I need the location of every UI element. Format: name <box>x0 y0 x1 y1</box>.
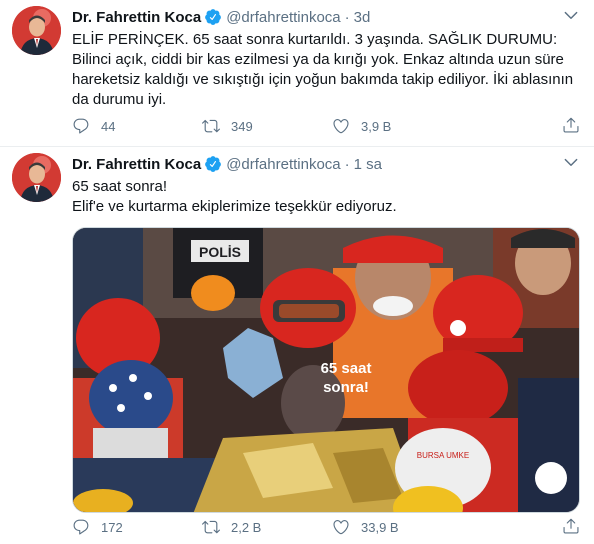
reply-count: 172 <box>101 519 123 535</box>
separator-dot: · <box>344 8 350 26</box>
chevron-down-icon[interactable] <box>562 6 580 24</box>
reply-icon <box>73 118 89 134</box>
like-button[interactable]: 33,9 B <box>332 518 462 536</box>
reply-button[interactable]: 172 <box>72 518 202 536</box>
retweet-button[interactable]: 2,2 B <box>202 518 332 536</box>
like-button[interactable]: 3,9 B <box>332 117 462 135</box>
retweet-count: 349 <box>231 118 253 134</box>
author-name[interactable]: Dr. Fahrettin Koca <box>72 156 201 173</box>
rescue-photo: POLİS 65 saat sonra! BURSA UMKE <box>73 228 579 512</box>
photo-overlay-line-2: sonra! <box>323 379 369 396</box>
retweet-icon <box>202 119 220 133</box>
reply-button[interactable]: 44 <box>72 117 202 135</box>
separator-dot: · <box>344 155 350 173</box>
avatar[interactable] <box>12 153 61 202</box>
like-count: 33,9 B <box>361 519 399 535</box>
like-icon <box>333 119 349 134</box>
retweet-icon <box>202 520 220 534</box>
tweet-timestamp[interactable]: 3d <box>354 9 371 26</box>
tweet-photo[interactable]: POLİS 65 saat sonra! BURSA UMKE <box>72 227 580 513</box>
tweet-text: 65 saat sonra! Elif'e ve kurtarma ekiple… <box>72 178 397 215</box>
like-count: 3,9 B <box>361 118 392 134</box>
reply-count: 44 <box>101 118 116 134</box>
tweet-text: ELİF PERİNÇEK. 65 saat sonra kurtarıldı.… <box>72 31 578 108</box>
tweet-header: Dr. Fahrettin Koca @drfahrettinkoca · 1 … <box>72 153 580 175</box>
vest-label: POLİS <box>199 244 241 260</box>
share-icon[interactable] <box>562 517 580 535</box>
tweet-timestamp[interactable]: 1 sa <box>354 156 382 173</box>
author-handle[interactable]: @drfahrettinkoca <box>226 9 340 26</box>
photo-overlay-line-1: 65 saat <box>321 360 372 377</box>
helmet-label: BURSA UMKE <box>417 451 469 460</box>
retweet-button[interactable]: 349 <box>202 117 332 135</box>
verified-badge-icon <box>205 9 222 25</box>
share-icon[interactable] <box>562 116 580 134</box>
tweet-2[interactable]: Dr. Fahrettin Koca @drfahrettinkoca · 1 … <box>0 147 594 544</box>
tweet-1[interactable]: Dr. Fahrettin Koca @drfahrettinkoca · 3d… <box>0 0 594 147</box>
chevron-down-icon[interactable] <box>562 153 580 171</box>
reply-icon <box>73 519 89 535</box>
tweet-actions: 172 2,2 B 33,9 B <box>72 517 510 537</box>
like-icon <box>333 520 349 535</box>
avatar[interactable] <box>12 6 61 55</box>
tweet-actions: 44 349 3,9 B <box>72 116 510 136</box>
tweet-header: Dr. Fahrettin Koca @drfahrettinkoca · 3d <box>72 6 580 28</box>
retweet-count: 2,2 B <box>231 519 262 535</box>
verified-badge-icon <box>205 156 222 172</box>
author-handle[interactable]: @drfahrettinkoca <box>226 156 340 173</box>
author-name[interactable]: Dr. Fahrettin Koca <box>72 9 201 26</box>
